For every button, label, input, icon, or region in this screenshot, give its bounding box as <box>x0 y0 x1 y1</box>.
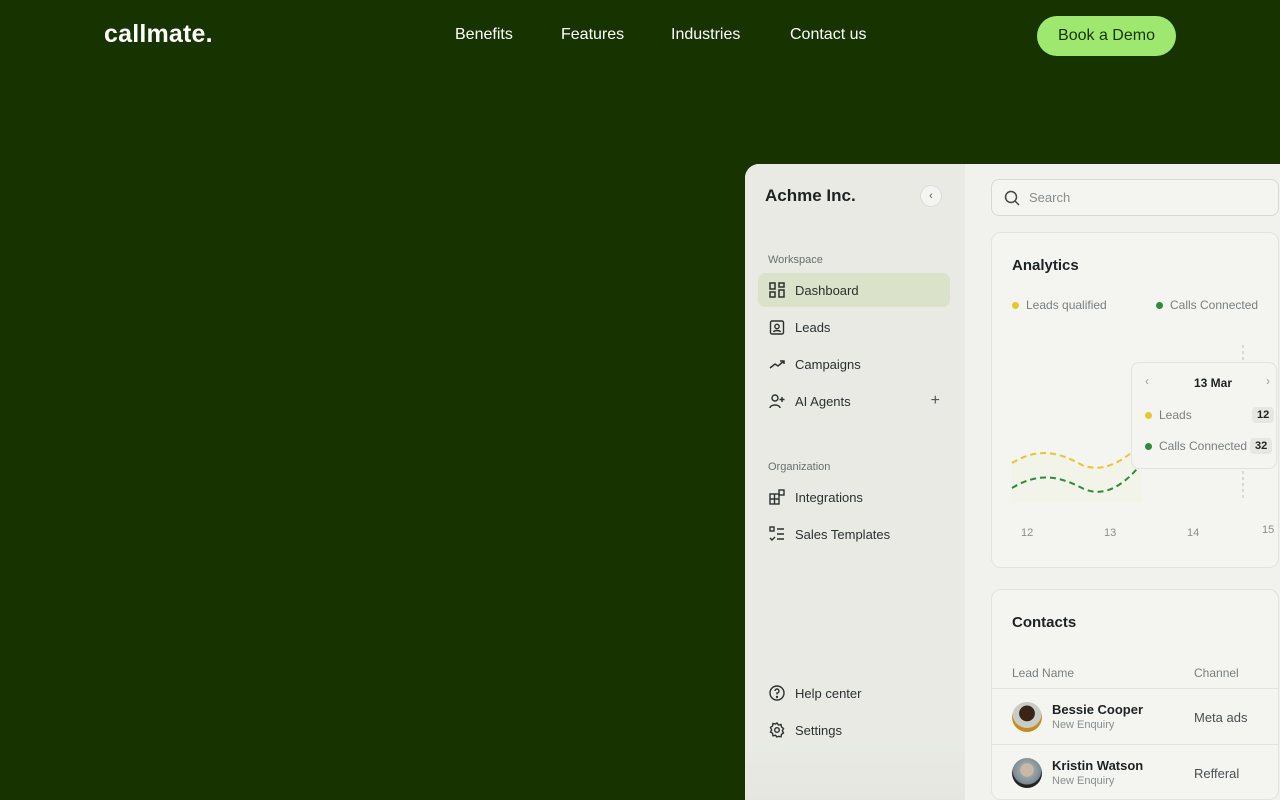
sidebar-item-leads[interactable]: Leads <box>758 310 950 344</box>
sidebar-item-help-center[interactable]: Help center <box>758 676 950 710</box>
next-date-icon[interactable]: › <box>1266 374 1270 388</box>
sidebar-item-sales-templates[interactable]: Sales Templates <box>758 517 950 551</box>
nav-contact-us[interactable]: Contact us <box>790 26 866 44</box>
sidebar: Achme Inc. ‹ Workspace Dashboard Leads C… <box>745 164 965 800</box>
user-plus-icon <box>768 392 786 410</box>
checklist-icon <box>768 525 786 543</box>
search-placeholder: Search <box>1029 190 1071 205</box>
tooltip-label: Leads <box>1159 408 1192 422</box>
sidebar-item-campaigns[interactable]: Campaigns <box>758 347 950 381</box>
gear-icon <box>768 721 786 739</box>
search-icon <box>1004 190 1020 206</box>
sidebar-item-ai-agents[interactable]: AI Agents + <box>758 384 950 418</box>
sidebar-item-dashboard[interactable]: Dashboard <box>758 273 950 307</box>
avatar <box>1012 758 1042 788</box>
x-tick: 14 <box>1187 527 1200 539</box>
analytics-card: Analytics Leads qualified Calls Connecte… <box>991 232 1279 568</box>
tooltip-calls: Calls Connected <box>1145 439 1247 453</box>
contacts-card: Contacts Lead Name Channel Bessie Cooper… <box>991 589 1279 800</box>
chart-tooltip: ‹ 13 Mar › Leads 12 Calls Connected 32 <box>1131 362 1277 469</box>
x-tick: 13 <box>1104 527 1117 539</box>
nav-industries[interactable]: Industries <box>671 26 740 44</box>
tooltip-date: 13 Mar <box>1194 376 1233 390</box>
legend-dot <box>1145 411 1152 419</box>
legend-dot <box>1012 301 1019 309</box>
contacts-title: Contacts <box>1012 614 1077 631</box>
sidebar-item-label: Settings <box>795 722 842 738</box>
add-agent-icon[interactable]: + <box>931 392 940 410</box>
lead-name: Bessie Cooper <box>1052 702 1144 717</box>
column-header-channel[interactable]: Channel <box>1194 666 1239 680</box>
x-tick: 12 <box>1021 527 1034 539</box>
nav-features[interactable]: Features <box>561 26 624 44</box>
sidebar-item-integrations[interactable]: Integrations <box>758 480 950 514</box>
integrations-icon <box>768 488 786 506</box>
legend-calls: Calls Connected <box>1156 298 1258 312</box>
table-row[interactable]: Bessie Cooper New Enquiry Meta ads <box>992 688 1278 743</box>
column-header-lead-name[interactable]: Lead Name <box>1012 666 1074 680</box>
dashboard-preview: Achme Inc. ‹ Workspace Dashboard Leads C… <box>745 164 1280 800</box>
sidebar-item-label: AI Agents <box>795 393 851 409</box>
tooltip-leads-value: 12 <box>1252 407 1275 423</box>
dashboard-icon <box>768 281 786 299</box>
avatar <box>1012 702 1042 732</box>
tooltip-calls-value: 32 <box>1250 438 1273 454</box>
sidebar-item-label: Integrations <box>795 489 863 505</box>
search-input[interactable]: Search <box>991 179 1279 216</box>
area-fill <box>1012 443 1142 503</box>
lead-status: New Enquiry <box>1052 775 1115 787</box>
trend-icon <box>768 355 786 373</box>
sidebar-item-label: Leads <box>795 319 831 335</box>
lead-status: New Enquiry <box>1052 719 1115 731</box>
legend-dot <box>1145 442 1152 450</box>
legend-label: Calls Connected <box>1170 298 1259 312</box>
organization-label: Organization <box>768 461 831 473</box>
org-name: Achme Inc. <box>765 186 856 205</box>
analytics-title: Analytics <box>1012 257 1079 274</box>
sidebar-item-label: Campaigns <box>795 356 861 372</box>
tooltip-leads: Leads <box>1145 408 1192 422</box>
lead-channel: Refferal <box>1194 766 1240 781</box>
x-tick: 15 <box>1262 524 1275 536</box>
table-row[interactable]: Kristin Watson New Enquiry Refferal <box>992 744 1278 799</box>
sidebar-item-label: Dashboard <box>795 282 859 298</box>
book-demo-button[interactable]: Book a Demo <box>1037 16 1176 56</box>
collapse-sidebar-button[interactable]: ‹ <box>920 185 942 207</box>
nav-benefits[interactable]: Benefits <box>455 26 513 44</box>
prev-date-icon[interactable]: ‹ <box>1145 374 1149 388</box>
contact-card-icon <box>768 318 786 336</box>
legend-label: Leads qualified <box>1026 298 1107 312</box>
sidebar-item-label: Help center <box>795 685 862 701</box>
callmate-logo[interactable]: callmate. <box>104 20 213 49</box>
workspace-label: Workspace <box>768 254 823 266</box>
sidebar-item-label: Sales Templates <box>795 526 891 542</box>
lead-name: Kristin Watson <box>1052 758 1144 773</box>
sidebar-fade <box>745 740 965 800</box>
legend-leads: Leads qualified <box>1012 298 1107 312</box>
tooltip-label: Calls Connected <box>1159 439 1248 453</box>
help-icon <box>768 684 786 702</box>
lead-channel: Meta ads <box>1194 710 1248 725</box>
legend-dot <box>1156 301 1163 309</box>
chevron-left-icon: ‹ <box>929 190 933 202</box>
